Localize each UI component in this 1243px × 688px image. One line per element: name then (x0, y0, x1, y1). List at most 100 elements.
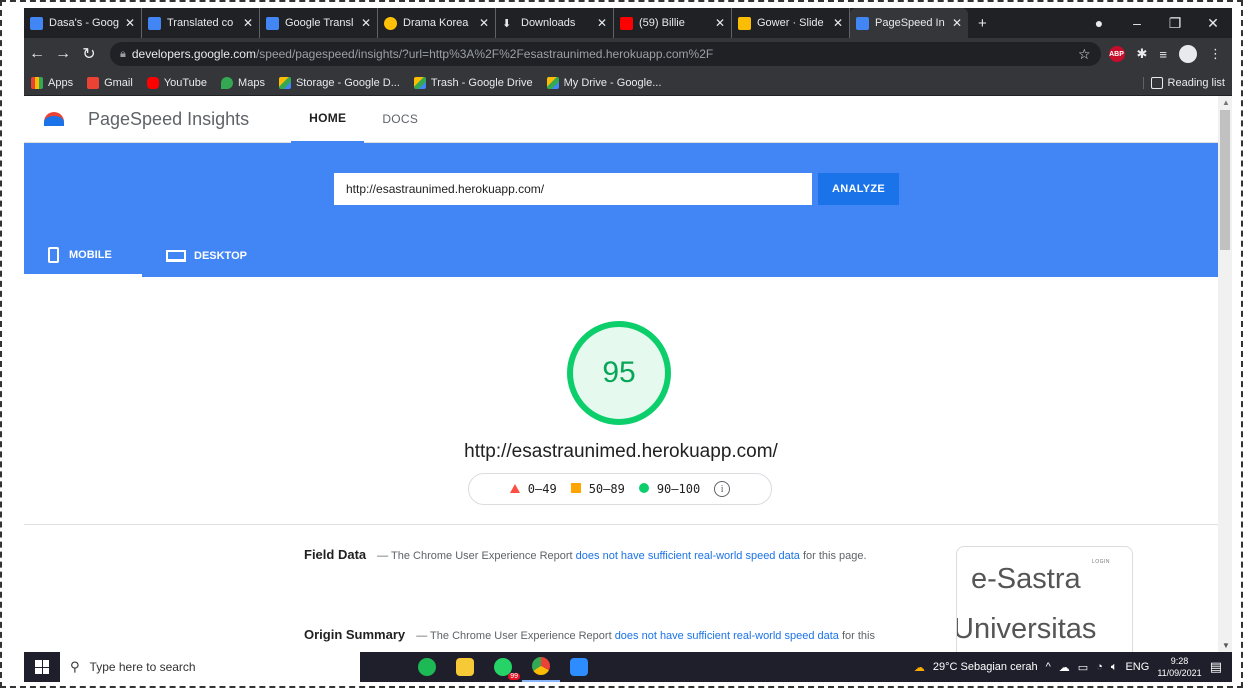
bookmark-label: Maps (238, 76, 265, 89)
forward-icon[interactable]: → (50, 45, 76, 63)
pagespeed-logo-icon[interactable] (44, 112, 64, 126)
tab-title: Dasa's - Goog (49, 17, 119, 29)
chrome-app[interactable] (522, 652, 560, 682)
media-control-icon[interactable]: ≡ (1159, 47, 1167, 62)
score-value: 95 (602, 356, 636, 389)
reading-list-button[interactable]: Reading list (1142, 76, 1232, 89)
close-tab-icon[interactable]: ✕ (715, 16, 725, 30)
bookmark-trash[interactable]: Trash - Google Drive (407, 76, 540, 89)
bookmark-label: Storage - Google D... (295, 76, 400, 89)
tab-docs[interactable]: DOCS (364, 96, 436, 143)
score-gauge: 95 (567, 321, 671, 425)
avatar[interactable] (1179, 45, 1197, 63)
field-data-title: Field Data (304, 547, 367, 562)
browser-tab[interactable]: (59) Billie ✕ (614, 8, 732, 38)
origin-summary-link[interactable]: does not have sufficient real-world spee… (615, 630, 839, 642)
tab-home[interactable]: HOME (291, 96, 365, 143)
browser-tab[interactable]: ⬇ Downloads ✕ (496, 8, 614, 38)
legend-good-label: 90–100 (656, 482, 701, 496)
bookmark-my-drive[interactable]: My Drive - Google... (540, 76, 669, 89)
tab-desktop[interactable]: DESKTOP (142, 235, 271, 277)
field-data-section: Field Data — The Chrome User Experience … (304, 544, 904, 567)
volume-icon[interactable]: 🔈︎ (1111, 661, 1118, 674)
tab-mobile[interactable]: MOBILE (24, 235, 142, 277)
new-tab-button[interactable]: + (968, 15, 997, 32)
scrollbar-thumb[interactable] (1220, 110, 1230, 250)
close-tab-icon[interactable]: ✕ (597, 16, 607, 30)
tab-title: Gower · Slide (757, 17, 824, 29)
clock[interactable]: 9:28 11/09/2021 (1157, 655, 1201, 679)
scrollbar[interactable]: ▲ ▼ (1218, 96, 1232, 652)
field-data-tail: for this page. (799, 550, 867, 562)
taskbar-search[interactable]: ⚲ Type here to search (60, 652, 360, 682)
download-icon: ⬇ (502, 17, 512, 30)
browser-tab-active[interactable]: PageSpeed In ✕ (850, 8, 968, 38)
close-window-button[interactable]: ✕ (1194, 15, 1232, 32)
reload-icon[interactable]: ↻ (76, 44, 102, 64)
chevron-up-icon[interactable]: ^ (1046, 661, 1051, 673)
reading-list-icon (1150, 76, 1163, 89)
close-tab-icon[interactable]: ✕ (952, 16, 962, 30)
restore-button[interactable]: ❐ (1156, 15, 1194, 32)
system-tray: ☁ 29°C Sebagian cerah ^ ☁ ▭ ◔ 🔈︎ ENG 9:2… (914, 655, 1232, 679)
tab-title: PageSpeed In (875, 17, 945, 29)
square-icon (570, 483, 581, 493)
legend-average: 50–89 (570, 482, 625, 496)
back-icon[interactable]: ← (24, 45, 50, 63)
bookmark-youtube[interactable]: YouTube (140, 76, 214, 89)
wifi-icon[interactable]: ◔ (1096, 661, 1103, 673)
close-tab-icon[interactable]: ✕ (361, 16, 371, 30)
minimize-button[interactable]: – (1118, 15, 1156, 31)
scroll-up-icon[interactable]: ▲ (1222, 98, 1230, 107)
info-icon[interactable]: i (714, 481, 731, 497)
menu-kebab-icon[interactable]: ⋮ (1209, 46, 1222, 62)
page-title[interactable]: PageSpeed Insights (88, 109, 249, 130)
browser-tab[interactable]: Google Transl ✕ (260, 8, 378, 38)
bookmark-storage[interactable]: Storage - Google D... (272, 76, 407, 89)
thumbnail-login-text: LOGIN (1091, 559, 1110, 565)
close-tab-icon[interactable]: ✕ (243, 16, 253, 30)
docs-icon (30, 16, 43, 30)
bookmark-gmail[interactable]: Gmail (80, 76, 140, 89)
divider (24, 524, 1218, 525)
bookmark-star-icon[interactable]: ☆ (1078, 46, 1091, 63)
browser-tab[interactable]: Gower · Slide ✕ (732, 8, 850, 38)
browser-tab[interactable]: Drama Korea ✕ (378, 8, 496, 38)
youtube-icon (146, 76, 159, 89)
browser-tab[interactable]: Translated co ✕ (142, 8, 260, 38)
close-tab-icon[interactable]: ✕ (479, 16, 489, 30)
browser-tab[interactable]: Dasa's - Goog ✕ (24, 8, 142, 38)
circle-icon (638, 483, 649, 493)
url-input[interactable]: http://esastraunimed.herokuapp.com/ (334, 173, 812, 205)
network-icon[interactable]: ▭ (1078, 661, 1088, 674)
zoom-app[interactable] (560, 652, 598, 682)
window-controls: ● – ❐ ✕ (1080, 8, 1232, 38)
windows-logo-icon (35, 660, 49, 674)
start-button[interactable] (24, 652, 60, 682)
weather-text[interactable]: 29°C Sebagian cerah (933, 661, 1038, 673)
language-indicator[interactable]: ENG (1125, 661, 1149, 673)
analyze-button[interactable]: ANALYZE (818, 173, 899, 205)
youtube-icon (620, 16, 633, 30)
field-data-link[interactable]: does not have sufficient real-world spee… (576, 550, 800, 562)
onedrive-icon[interactable]: ☁ (1059, 661, 1070, 674)
whatsapp-app[interactable]: 99 (484, 652, 522, 682)
legend-poor: 0–49 (509, 482, 557, 496)
scroll-down-icon[interactable]: ▼ (1222, 641, 1230, 650)
bookmark-maps[interactable]: Maps (214, 76, 272, 89)
bookmark-apps[interactable]: Apps (24, 76, 80, 89)
extensions-puzzle-icon[interactable]: ✱ (1137, 46, 1148, 62)
notification-icon[interactable]: ▤ (1210, 659, 1222, 675)
zoom-icon (570, 658, 588, 676)
close-tab-icon[interactable]: ✕ (833, 16, 843, 30)
windows-taskbar: ⚲ Type here to search 99 ☁ 29°C Sebagian … (24, 652, 1232, 682)
tab-title: Translated co (167, 17, 234, 29)
address-bar[interactable]: 🔒︎ developers.google.com /speed/pagespee… (110, 42, 1101, 66)
profile-menu-icon[interactable]: ● (1080, 15, 1118, 31)
spotify-app[interactable] (408, 652, 446, 682)
close-tab-icon[interactable]: ✕ (125, 16, 135, 30)
adblock-icon[interactable]: ABP (1108, 46, 1125, 62)
lock-icon[interactable]: 🔒︎ (120, 48, 126, 61)
screenshot-frame: Dasa's - Goog ✕ Translated co ✕ Google Tra… (0, 0, 1243, 688)
file-explorer-app[interactable] (446, 652, 484, 682)
